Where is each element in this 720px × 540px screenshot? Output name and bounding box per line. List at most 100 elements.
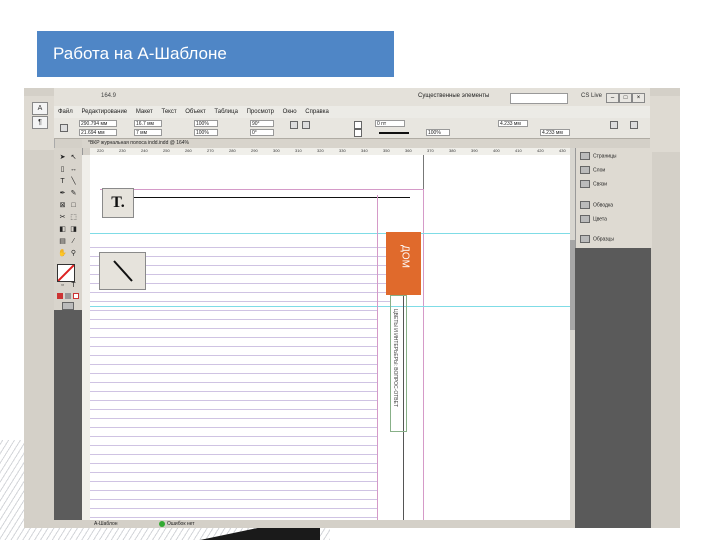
menu-layout[interactable]: Макет [136, 106, 153, 118]
baseline-grid-line [90, 445, 378, 446]
panel-stroke[interactable]: Обводка [580, 201, 613, 209]
line-tool-icon[interactable]: ╲ [69, 178, 78, 186]
menu-table[interactable]: Таблица [214, 106, 238, 118]
rectangle-tool-icon[interactable]: □ [69, 202, 78, 210]
direct-selection-tool-icon[interactable]: ↖ [69, 154, 78, 162]
cs-live-button[interactable]: CS Live [581, 93, 602, 99]
panel-layers[interactable]: Слои [580, 166, 605, 174]
stroke-weight-field[interactable]: 0 пт [375, 120, 405, 127]
ruler-tick-label: 310 [295, 148, 302, 153]
flip-icon[interactable] [302, 121, 310, 129]
baseline-grid-line [90, 499, 378, 500]
y-field[interactable]: 21.694 мм [79, 129, 117, 136]
apply-none-icon[interactable] [73, 293, 79, 299]
type-tool-icon[interactable]: T [58, 178, 67, 186]
page-tool-icon[interactable]: ▯ [58, 166, 67, 174]
ruler-tick-label: 370 [427, 148, 434, 153]
top-rule-line[interactable] [133, 197, 410, 198]
pencil-tool-icon[interactable]: ✎ [69, 190, 78, 198]
screen-mode-icon[interactable] [62, 302, 74, 310]
selection-tool-icon[interactable]: ➤ [58, 154, 67, 162]
baseline-grid-line [90, 328, 378, 329]
menu-object[interactable]: Объект [185, 106, 205, 118]
fill-stroke-swatch-icon[interactable] [57, 264, 75, 282]
x-field[interactable]: 290.794 мм [79, 120, 117, 127]
scale-x-field[interactable]: 100% [194, 120, 218, 127]
menu-help[interactable]: Справка [305, 106, 329, 118]
baseline-grid-line [90, 436, 378, 437]
line-tool-enlarged-icon [99, 252, 146, 290]
stroke-style-sample[interactable] [379, 132, 409, 134]
mini-tool-icon[interactable]: ¶ [32, 116, 48, 129]
panel-dock: Страницы Слои Связи Обводка Цвета Образц… [575, 148, 652, 248]
formatting-container-icon[interactable]: ▫ [58, 282, 67, 290]
hand-tool-icon[interactable]: ✋ [58, 250, 67, 258]
lightning-icon[interactable] [630, 121, 638, 129]
zoom-tool-icon[interactable]: ⚲ [69, 250, 78, 258]
close-icon[interactable]: × [632, 93, 645, 103]
mini-tool-icon[interactable]: A [32, 102, 48, 115]
guide-line[interactable] [90, 306, 570, 307]
apply-color-icon[interactable] [57, 293, 63, 299]
line-tool-glyph [113, 260, 133, 282]
baseline-grid-line [90, 292, 390, 293]
ruler-tick-label: 280 [229, 148, 236, 153]
rotation-field[interactable]: 90° [250, 120, 274, 127]
status-bar: А-Шаблон Ошибок нет [54, 520, 570, 528]
search-input[interactable] [510, 93, 568, 104]
ruler-tick-label: 430 [559, 148, 566, 153]
panel-pages[interactable]: Страницы [580, 152, 616, 160]
transform-tool-icon[interactable]: ⬚ [69, 214, 78, 222]
menu-view[interactable]: Просмотр [247, 106, 274, 118]
corner-height-field[interactable]: 4.233 мм [540, 129, 570, 136]
baseline-grid-line [90, 346, 378, 347]
formatting-text-icon[interactable]: T [69, 282, 78, 290]
reference-point-icon[interactable] [60, 124, 68, 132]
corner-width-field[interactable]: 4.233 мм [498, 120, 528, 127]
height-field[interactable]: 7 мм [134, 129, 162, 136]
document-canvas[interactable]: ДОМ ЦВЕТЫ И ИНТЕРЬЕРЫ: ВОПРОС-ОТВЕТ T. [90, 155, 570, 520]
gradient-feather-tool-icon[interactable]: ◨ [69, 226, 78, 234]
pen-tool-icon[interactable]: ✒ [58, 190, 67, 198]
baseline-grid-line [90, 364, 378, 365]
swatches-icon [580, 215, 590, 223]
panel-swatches[interactable]: Цвета [580, 215, 607, 223]
baseline-grid-line [90, 418, 378, 419]
zoom-level[interactable]: 164.9 [101, 93, 116, 99]
gap-tool-icon[interactable]: ↔ [69, 166, 78, 174]
panel-links[interactable]: Связи [580, 180, 607, 188]
fill-swatch-icon[interactable] [354, 121, 362, 129]
stroke-swatch-icon[interactable] [354, 129, 362, 137]
panel-samples[interactable]: Образцы [580, 235, 614, 243]
wrap-icon[interactable] [610, 121, 618, 129]
panel-label: Страницы [593, 153, 617, 160]
type-tool-enlarged-icon: T. [102, 188, 134, 218]
maximize-icon[interactable]: □ [619, 93, 632, 103]
menu-type[interactable]: Текст [161, 106, 176, 118]
menu-edit[interactable]: Редактирование [81, 106, 127, 118]
section-tab-label: ДОМ [399, 245, 411, 268]
scissors-tool-icon[interactable]: ✂ [58, 214, 67, 222]
gradient-tool-icon[interactable]: ◧ [58, 226, 67, 234]
guide-line[interactable] [90, 233, 570, 234]
menu-window[interactable]: Окно [283, 106, 297, 118]
note-tool-icon[interactable]: ▤ [58, 238, 67, 246]
workspace-switcher[interactable]: Существенные элементы [418, 93, 489, 99]
minimize-icon[interactable]: – [606, 93, 619, 103]
page-selector[interactable]: А-Шаблон [94, 520, 118, 528]
baseline-grid-line [90, 472, 378, 473]
ruler-tick-label: 350 [383, 148, 390, 153]
apply-gradient-icon[interactable] [65, 293, 71, 299]
document-tab[interactable]: *ВКР журнальная полоса indd.indd @ 164% [82, 139, 570, 148]
eyedropper-tool-icon[interactable]: ⁄ [69, 238, 78, 246]
rectangle-frame-tool-icon[interactable]: ⊠ [58, 202, 67, 210]
width-field[interactable]: 16.7 мм [134, 120, 162, 127]
ruler-tick-label: 390 [471, 148, 478, 153]
opacity-field[interactable]: 100% [426, 129, 450, 136]
none-swatch-slash-icon [57, 264, 75, 282]
shear-field[interactable]: 0° [250, 129, 274, 136]
rotate-icon[interactable] [290, 121, 298, 129]
menu-file[interactable]: Файл [58, 106, 73, 118]
scale-y-field[interactable]: 100% [194, 129, 218, 136]
preflight-status[interactable]: Ошибок нет [167, 520, 195, 528]
